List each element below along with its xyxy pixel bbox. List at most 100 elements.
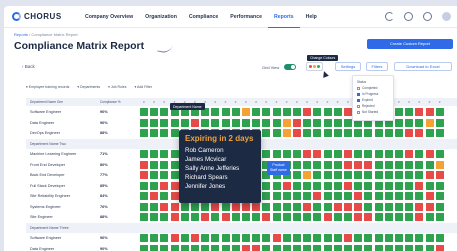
- matrix-cell[interactable]: [333, 150, 342, 158]
- matrix-cell[interactable]: [395, 108, 403, 116]
- matrix-cell[interactable]: [231, 202, 240, 211]
- matrix-cell[interactable]: [415, 118, 424, 127]
- matrix-cell[interactable]: [313, 108, 322, 116]
- matrix-cell[interactable]: [140, 150, 148, 158]
- matrix-cell[interactable]: [201, 234, 210, 242]
- matrix-cell[interactable]: [201, 202, 210, 211]
- matrix-cell[interactable]: [323, 202, 332, 211]
- matrix-cell[interactable]: [211, 234, 220, 242]
- matrix-cell[interactable]: [170, 181, 179, 190]
- filters-button[interactable]: Filters: [366, 62, 388, 71]
- settings-button[interactable]: Settings: [335, 62, 361, 71]
- matrix-cell[interactable]: [374, 202, 383, 211]
- matrix-cell[interactable]: [140, 171, 148, 179]
- matrix-cell[interactable]: [282, 108, 291, 116]
- matrix-cell[interactable]: [435, 160, 444, 169]
- matrix-cell[interactable]: [262, 150, 271, 158]
- matrix-cell[interactable]: [303, 213, 312, 221]
- matrix-cell[interactable]: [242, 108, 250, 116]
- matrix-cell[interactable]: [231, 108, 240, 116]
- matrix-cell[interactable]: [282, 192, 291, 200]
- matrix-cell[interactable]: [364, 192, 373, 200]
- matrix-cell[interactable]: [333, 181, 342, 190]
- matrix-cell[interactable]: [374, 150, 383, 158]
- matrix-cell[interactable]: [405, 244, 414, 251]
- matrix-cell[interactable]: [364, 244, 373, 251]
- matrix-cell[interactable]: [323, 118, 332, 127]
- matrix-cell[interactable]: [170, 118, 179, 127]
- matrix-cell[interactable]: [272, 244, 281, 251]
- matrix-cell[interactable]: [272, 202, 281, 211]
- matrix-cell[interactable]: [415, 171, 424, 179]
- matrix-cell[interactable]: [405, 118, 414, 127]
- matrix-cell[interactable]: [435, 234, 444, 242]
- matrix-cell[interactable]: [384, 150, 393, 158]
- matrix-cell[interactable]: [333, 108, 342, 116]
- matrix-cell[interactable]: [333, 213, 342, 221]
- matrix-cell[interactable]: [242, 213, 250, 221]
- matrix-cell[interactable]: [262, 118, 271, 127]
- matrix-cell[interactable]: [191, 118, 199, 127]
- matrix-cell[interactable]: [435, 118, 444, 127]
- matrix-cell[interactable]: [425, 160, 434, 169]
- matrix-cell[interactable]: [425, 244, 434, 251]
- matrix-cell[interactable]: [323, 160, 332, 169]
- globe-icon[interactable]: [404, 12, 413, 21]
- matrix-cell[interactable]: [333, 192, 342, 200]
- matrix-cell[interactable]: [160, 244, 169, 251]
- matrix-cell[interactable]: [272, 213, 281, 221]
- matrix-cell[interactable]: [415, 108, 424, 116]
- matrix-cell[interactable]: [211, 118, 220, 127]
- matrix-cell[interactable]: [282, 118, 291, 127]
- matrix-cell[interactable]: [364, 181, 373, 190]
- matrix-cell[interactable]: [252, 118, 261, 127]
- matrix-cell[interactable]: [282, 234, 291, 242]
- matrix-cell[interactable]: [364, 202, 373, 211]
- matrix-cell[interactable]: [140, 234, 148, 242]
- matrix-cell[interactable]: [435, 192, 444, 200]
- matrix-cell[interactable]: [333, 234, 342, 242]
- matrix-cell[interactable]: [374, 171, 383, 179]
- nav-organization[interactable]: Organization: [139, 6, 183, 28]
- matrix-cell[interactable]: [323, 244, 332, 251]
- matrix-cell[interactable]: [170, 244, 179, 251]
- matrix-cell[interactable]: [282, 202, 291, 211]
- matrix-cell[interactable]: [333, 171, 342, 179]
- matrix-cell[interactable]: [160, 160, 169, 169]
- matrix-cell[interactable]: [303, 171, 312, 179]
- matrix-cell[interactable]: [293, 108, 301, 116]
- matrix-cell[interactable]: [170, 129, 179, 137]
- matrix-cell[interactable]: [425, 192, 434, 200]
- matrix-cell[interactable]: [344, 129, 352, 137]
- matrix-cell[interactable]: [293, 160, 301, 169]
- matrix-cell[interactable]: [160, 108, 169, 116]
- matrix-cell[interactable]: [221, 234, 230, 242]
- matrix-cell[interactable]: [160, 213, 169, 221]
- matrix-cell[interactable]: [303, 108, 312, 116]
- matrix-cell[interactable]: [262, 234, 271, 242]
- checkbox-icon[interactable]: [357, 104, 360, 108]
- matrix-cell[interactable]: [252, 108, 261, 116]
- grid-view-toggle[interactable]: [284, 64, 296, 70]
- table-row[interactable]: Data Engineer 90%: [26, 244, 457, 251]
- matrix-cell[interactable]: [282, 181, 291, 190]
- matrix-cell[interactable]: [323, 108, 332, 116]
- matrix-cell[interactable]: [160, 150, 169, 158]
- matrix-cell[interactable]: [191, 244, 199, 251]
- matrix-cell[interactable]: [354, 129, 363, 137]
- matrix-cell[interactable]: [140, 181, 148, 190]
- matrix-cell[interactable]: [262, 181, 271, 190]
- matrix-cell[interactable]: [344, 150, 352, 158]
- matrix-cell[interactable]: [374, 129, 383, 137]
- matrix-cell[interactable]: [425, 202, 434, 211]
- matrix-cell[interactable]: [364, 171, 373, 179]
- matrix-cell[interactable]: [384, 171, 393, 179]
- matrix-cell[interactable]: [323, 213, 332, 221]
- matrix-cell[interactable]: [415, 202, 424, 211]
- matrix-cell[interactable]: [425, 118, 434, 127]
- matrix-cell[interactable]: [293, 244, 301, 251]
- matrix-cell[interactable]: [374, 181, 383, 190]
- matrix-cell[interactable]: [323, 181, 332, 190]
- filter-departments[interactable]: ▾ Departments: [77, 85, 100, 93]
- matrix-cell[interactable]: [303, 160, 312, 169]
